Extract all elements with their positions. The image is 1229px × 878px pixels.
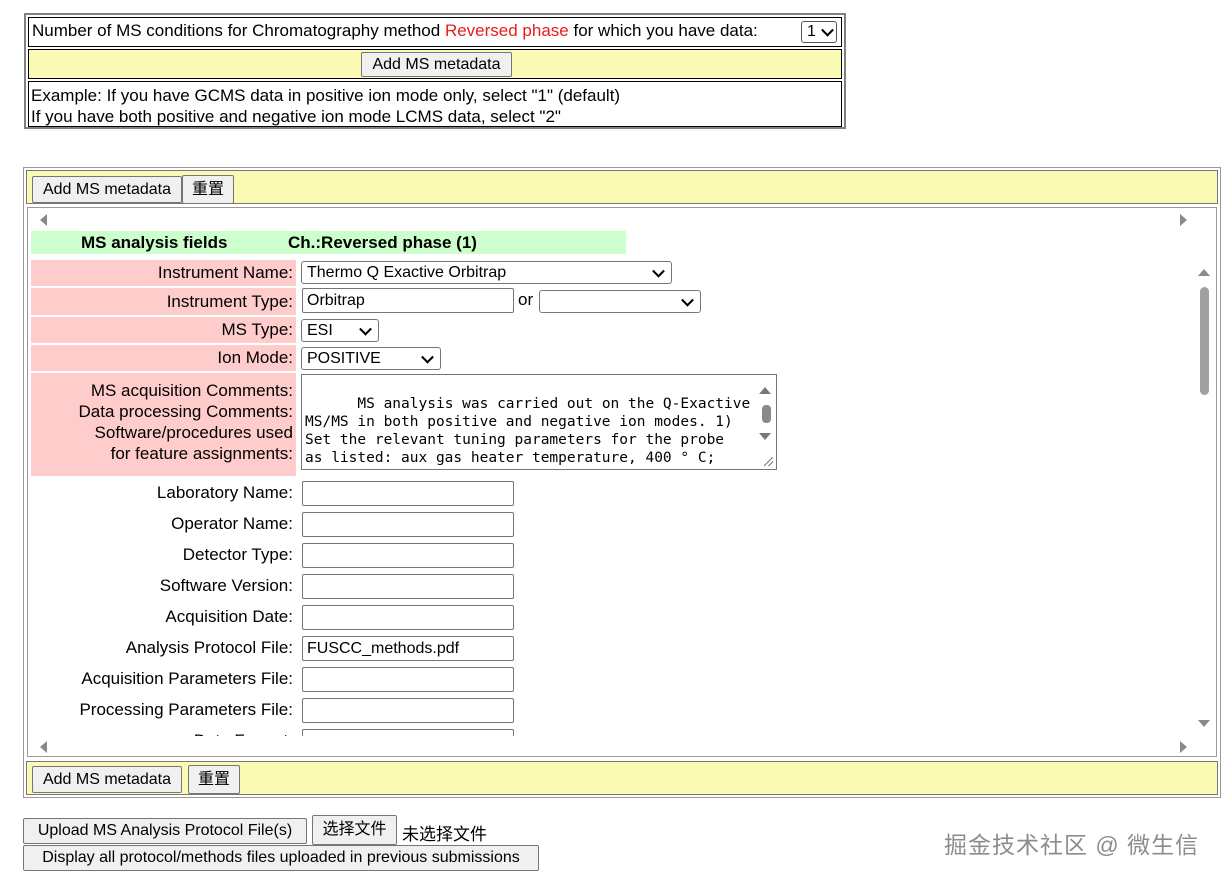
software-version-label: Software Version: [159, 576, 293, 595]
ms-type-label: MS Type: [31, 317, 296, 343]
ms-fields-scroll-area[interactable]: MS analysis fields Ch.:Reversed phase (1… [27, 207, 1217, 757]
fields-header-title: MS analysis fields [81, 233, 228, 252]
instrument-type-input[interactable]: Orbitrap [302, 288, 514, 313]
comments-text: MS analysis was carried out on the Q-Exa… [305, 396, 751, 469]
comments-label-line-4: for feature assignments: [110, 444, 293, 463]
or-label: or [518, 290, 534, 309]
ms-conditions-question: Number of MS conditions for Chromatograp… [28, 17, 842, 47]
top-add-ms-metadata-button[interactable]: Add MS metadata [361, 52, 512, 77]
ms-conditions-count-select[interactable]: 1 [801, 21, 837, 43]
bottom-action-bar: Add MS metadata 重置 [26, 761, 1218, 795]
instrument-type-label: Instrument Type: [31, 288, 296, 315]
comments-label-line-3: Software/procedures used [94, 423, 293, 442]
detector-type-label: Detector Type: [182, 545, 293, 564]
textarea-scroll-up-icon[interactable] [759, 387, 771, 394]
scroll-clip-cover [28, 736, 1196, 756]
comments-textarea[interactable]: MS analysis was carried out on the Q-Exa… [301, 374, 777, 470]
ion-mode-value: POSITIVE [307, 350, 381, 367]
chevron-down-icon [359, 322, 372, 336]
instrument-name-value: Thermo Q Exactive Orbitrap [307, 264, 507, 281]
processing-parameters-file-label: Processing Parameters File: [79, 700, 293, 719]
acquisition-date-input[interactable] [302, 605, 514, 630]
watermark-text: 掘金技术社区 @ 微生信 [944, 832, 1200, 858]
software-version-input[interactable] [302, 574, 514, 599]
instrument-name-select[interactable]: Thermo Q Exactive Orbitrap [301, 261, 672, 284]
scroll-right-icon[interactable] [1180, 214, 1187, 226]
ms-conditions-table: Number of MS conditions for Chromatograp… [24, 13, 846, 129]
acquisition-parameters-file-label: Acquisition Parameters File: [81, 669, 293, 688]
method-name: Reversed phase [444, 21, 569, 40]
analysis-protocol-file-input[interactable]: FUSCC_methods.pdf [302, 636, 514, 661]
ms-type-value: ESI [307, 322, 333, 339]
fields-header-chromatography: Ch.:Reversed phase (1) [288, 233, 477, 252]
question-suffix: for which you have data: [573, 21, 758, 40]
scroll-down-icon[interactable] [1198, 720, 1210, 727]
chevron-down-icon [681, 293, 694, 307]
operator-name-label: Operator Name: [171, 514, 293, 533]
no-file-chosen-text: 未选择文件 [402, 825, 487, 844]
scroll-right-bottom-arrow-icon[interactable] [1180, 741, 1187, 753]
ms-type-select[interactable]: ESI [301, 319, 379, 342]
acquisition-date-label: Acquisition Date: [165, 607, 293, 626]
ion-mode-label: Ion Mode: [31, 345, 296, 371]
comments-label: MS acquisition Comments: Data processing… [31, 373, 296, 476]
laboratory-name-label: Laboratory Name: [156, 483, 293, 502]
instrument-name-label: Instrument Name: [31, 260, 296, 286]
acquisition-parameters-file-input[interactable] [302, 667, 514, 692]
ms-conditions-count-value: 1 [807, 23, 816, 40]
detector-type-input[interactable] [302, 543, 514, 568]
scroll-up-icon[interactable] [1198, 269, 1210, 276]
resize-grip-icon[interactable] [764, 457, 773, 466]
example-line-1: Example: If you have GCMS data in positi… [31, 86, 621, 105]
ms-metadata-panel: Add MS metadata 重置 MS analysis fields Ch… [23, 167, 1221, 798]
add-ms-metadata-button[interactable]: Add MS metadata [32, 176, 182, 203]
bottom-add-ms-metadata-button[interactable]: Add MS metadata [32, 766, 182, 793]
reset-button[interactable]: 重置 [182, 175, 234, 204]
vertical-scrollbar-thumb[interactable] [1200, 287, 1209, 395]
choose-file-button[interactable]: 选择文件 [312, 815, 397, 845]
chevron-down-icon [652, 264, 665, 278]
processing-parameters-file-input[interactable] [302, 698, 514, 723]
chevron-down-icon [821, 23, 834, 37]
textarea-scrollbar-thumb[interactable] [762, 405, 771, 423]
chevron-down-icon [421, 350, 434, 364]
example-line-2: If you have both positive and negative i… [31, 107, 561, 126]
top-action-bar: Add MS metadata 重置 [26, 170, 1218, 204]
add-ms-metadata-row: Add MS metadata [28, 49, 842, 79]
operator-name-input[interactable] [302, 512, 514, 537]
instrument-type-select[interactable] [539, 290, 701, 313]
scroll-left-icon[interactable] [40, 214, 47, 226]
display-protocol-files-button[interactable]: Display all protocol/methods files uploa… [23, 845, 539, 871]
analysis-protocol-file-label: Analysis Protocol File: [125, 638, 293, 657]
bottom-reset-button[interactable]: 重置 [188, 765, 240, 794]
upload-protocol-button[interactable]: Upload MS Analysis Protocol File(s) [23, 818, 307, 844]
textarea-scroll-down-icon[interactable] [759, 433, 771, 440]
instrument-type-value: Orbitrap [307, 292, 365, 309]
question-prefix: Number of MS conditions for Chromatograp… [32, 21, 441, 40]
comments-label-line-1: MS acquisition Comments: [90, 381, 293, 400]
scroll-left-bottom-arrow-icon[interactable] [40, 741, 47, 753]
ion-mode-select[interactable]: POSITIVE [301, 347, 441, 370]
comments-label-line-2: Data processing Comments: [78, 402, 293, 421]
example-note: Example: If you have GCMS data in positi… [28, 81, 842, 127]
laboratory-name-input[interactable] [302, 481, 514, 506]
fields-header: MS analysis fields Ch.:Reversed phase (1… [31, 231, 626, 254]
analysis-protocol-file-value: FUSCC_methods.pdf [307, 640, 460, 657]
